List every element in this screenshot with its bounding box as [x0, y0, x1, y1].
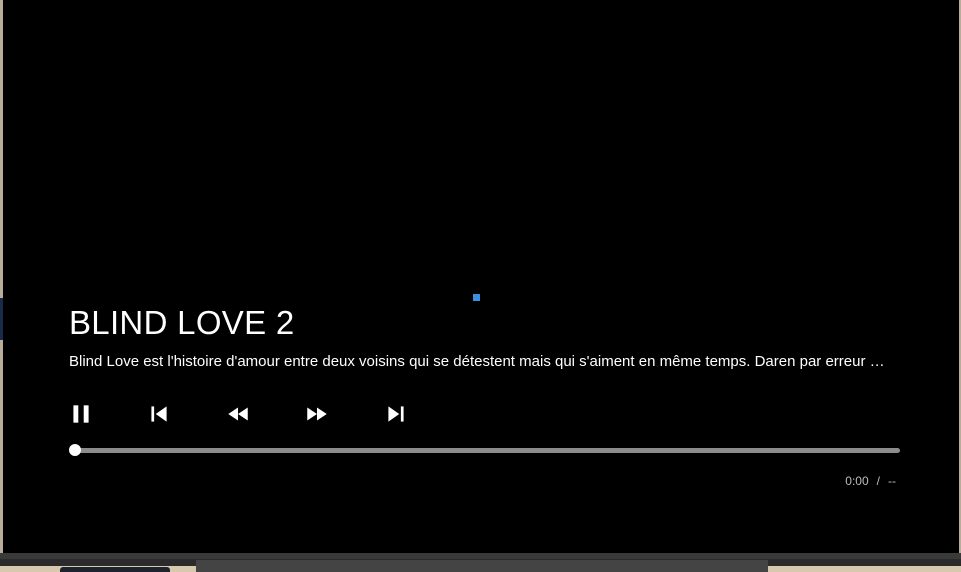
current-time: 0:00	[845, 474, 869, 488]
fast-forward-icon	[307, 407, 327, 421]
video-description: Blind Love est l'histoire d'amour entre …	[69, 353, 885, 370]
progress-bar[interactable]	[73, 448, 900, 453]
bottom-shelf	[196, 560, 768, 572]
pause-icon	[73, 405, 89, 423]
fast-forward-button[interactable]	[303, 400, 331, 428]
skip-next-icon	[388, 406, 404, 422]
skip-previous-icon	[151, 406, 167, 422]
previous-button[interactable]	[145, 400, 173, 428]
window-edge-accent	[0, 298, 3, 340]
bottom-bar	[0, 553, 961, 572]
bottom-bar-top	[0, 553, 961, 559]
pause-button[interactable]	[67, 400, 95, 428]
app-root: BLIND LOVE 2 Blind Love est l'histoire d…	[0, 0, 961, 572]
rewind-button[interactable]	[224, 400, 252, 428]
time-separator: /	[876, 474, 880, 488]
loading-spinner	[473, 294, 480, 301]
background-object	[60, 567, 170, 572]
video-player[interactable]: BLIND LOVE 2 Blind Love est l'histoire d…	[0, 0, 961, 553]
time-display: 0:00 / --	[845, 474, 896, 488]
duration: --	[888, 474, 896, 488]
background-right	[768, 566, 961, 572]
rewind-icon	[228, 407, 248, 421]
progress-handle[interactable]	[69, 444, 81, 456]
video-title: BLIND LOVE 2	[69, 304, 295, 341]
next-button[interactable]	[382, 400, 410, 428]
